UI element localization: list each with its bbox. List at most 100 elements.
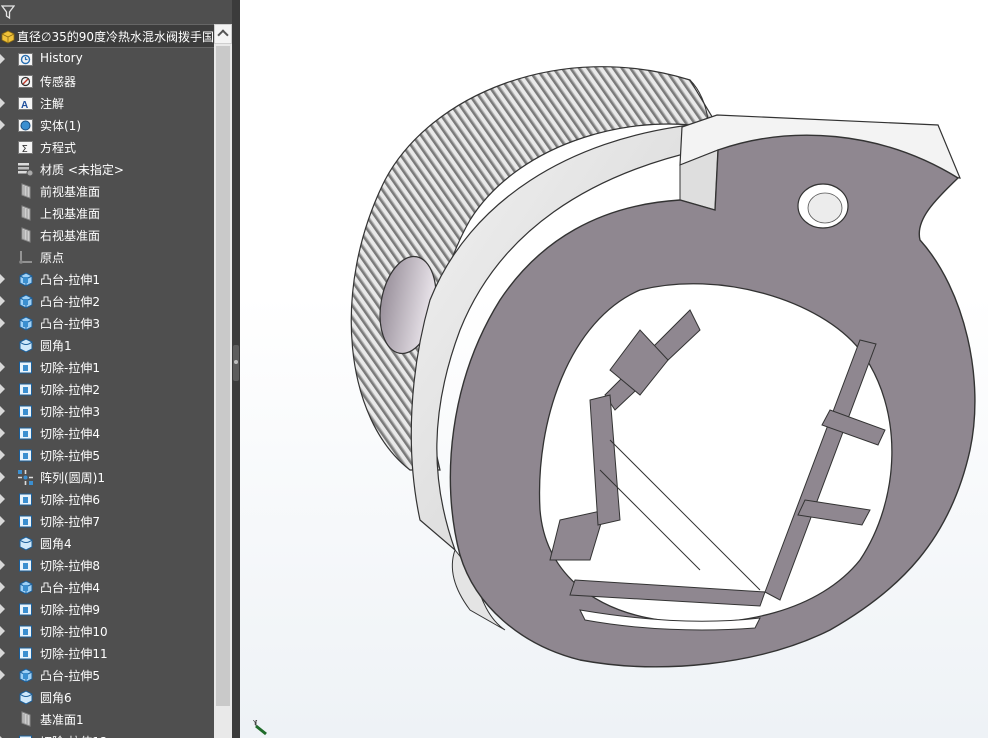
boss-extrude-icon: [19, 316, 33, 331]
expand-arrow-icon[interactable]: [0, 582, 5, 592]
expand-arrow-icon[interactable]: [0, 472, 5, 482]
origin-icon: [19, 251, 32, 264]
tree-item[interactable]: 圆角1: [0, 334, 214, 356]
tree-item[interactable]: 凸台-拉伸5: [0, 664, 214, 686]
expand-arrow-icon[interactable]: [0, 318, 5, 328]
tree-item[interactable]: 材质 <未指定>: [0, 158, 214, 180]
cut-extrude-icon: [19, 647, 32, 660]
history-icon: [18, 53, 33, 66]
tree-item-label: 圆角4: [40, 537, 72, 551]
expand-arrow-icon[interactable]: [0, 274, 5, 284]
tree-item-label: 圆角1: [40, 339, 72, 353]
tree-item[interactable]: 前视基准面: [0, 180, 214, 202]
tree-item[interactable]: 凸台-拉伸4: [0, 576, 214, 598]
material-icon: [18, 163, 34, 177]
expand-arrow-icon[interactable]: [0, 648, 5, 658]
expand-arrow-icon[interactable]: [0, 626, 5, 636]
expand-arrow-icon[interactable]: [0, 450, 5, 460]
equations-icon: Σ: [18, 141, 33, 155]
cut-extrude-icon: [19, 449, 32, 462]
tree-item[interactable]: History: [0, 48, 214, 70]
feature-manager-panel: 直径∅35的90度冷热水混水阀拨手国 History 传感器 A 注解实体(1) Σ 方程…: [0, 0, 232, 738]
tree-item-label: History: [40, 51, 83, 65]
expand-arrow-icon[interactable]: [0, 604, 5, 614]
expand-arrow-icon[interactable]: [0, 384, 5, 394]
cut-extrude-icon: [19, 515, 32, 528]
expand-arrow-icon[interactable]: [0, 560, 5, 570]
tree-item[interactable]: A 注解: [0, 92, 214, 114]
tree-item[interactable]: 基准面1: [0, 708, 214, 730]
tree-item-label: 实体(1): [40, 119, 81, 133]
expand-arrow-icon[interactable]: [0, 494, 5, 504]
tree-item[interactable]: 切除-拉伸11: [0, 642, 214, 664]
scroll-thumb[interactable]: [216, 46, 230, 706]
expand-arrow-icon[interactable]: [0, 516, 5, 526]
tree-item[interactable]: Σ 方程式: [0, 136, 214, 158]
sensor-icon: [18, 75, 33, 88]
tree-item-label: 切除-拉伸8: [40, 559, 100, 573]
tree-item[interactable]: 凸台-拉伸1: [0, 268, 214, 290]
tree-item[interactable]: 圆角6: [0, 686, 214, 708]
tree-item[interactable]: 圆角4: [0, 532, 214, 554]
expand-arrow-icon[interactable]: [0, 362, 5, 372]
tree-item[interactable]: 传感器: [0, 70, 214, 92]
expand-arrow-icon[interactable]: [0, 98, 5, 108]
tree-root-part[interactable]: 直径∅35的90度冷热水混水阀拨手国: [0, 24, 214, 48]
tree-item[interactable]: 切除-拉伸8: [0, 554, 214, 576]
expand-arrow-icon[interactable]: [0, 120, 5, 130]
tree-item[interactable]: 切除-拉伸4: [0, 422, 214, 444]
tree-item-label: 原点: [40, 251, 65, 265]
triad-y-label: Y: [253, 719, 258, 727]
tree-item[interactable]: 切除-拉伸3: [0, 400, 214, 422]
tree-item-label: 材质 <未指定>: [40, 163, 124, 177]
tree-item-label: 切除-拉伸10: [40, 625, 108, 639]
annotation-icon: A: [18, 97, 33, 111]
tree-item-label: 上视基准面: [40, 207, 101, 221]
boss-extrude-icon: [19, 272, 33, 287]
tree-item-label: 切除-拉伸12: [40, 733, 108, 738]
tree-item[interactable]: 凸台-拉伸3: [0, 312, 214, 334]
tree-item[interactable]: 切除-拉伸7: [0, 510, 214, 532]
tree-item[interactable]: 切除-拉伸2: [0, 378, 214, 400]
expand-arrow-icon[interactable]: [0, 406, 5, 416]
part-model[interactable]: [240, 0, 988, 738]
tree-item-label: 前视基准面: [40, 185, 101, 199]
part-icon: [1, 30, 15, 44]
expand-arrow-icon[interactable]: [0, 296, 5, 306]
tree-item-label: 切除-拉伸3: [40, 405, 100, 419]
feature-tree: History 传感器 A 注解实体(1) Σ 方程式材质 <未指定> 前视基准面上视基准面…: [0, 48, 214, 738]
tree-item[interactable]: 右视基准面: [0, 224, 214, 246]
tree-item[interactable]: 切除-拉伸12: [0, 730, 214, 738]
svg-text:A: A: [21, 100, 28, 111]
graphics-area[interactable]: Y: [240, 0, 988, 738]
cut-extrude-icon: [19, 493, 32, 506]
tree-item-label: 切除-拉伸1: [40, 361, 100, 375]
tree-item-label: 注解: [40, 97, 65, 111]
tree-item[interactable]: 原点: [0, 246, 214, 268]
tree-item[interactable]: 切除-拉伸10: [0, 620, 214, 642]
boss-extrude-icon: [19, 294, 33, 309]
tree-item[interactable]: 切除-拉伸9: [0, 598, 214, 620]
tree-item[interactable]: 阵列(圆周)1: [0, 466, 214, 488]
expand-arrow-icon[interactable]: [0, 54, 5, 64]
tree-item[interactable]: 凸台-拉伸2: [0, 290, 214, 312]
filter-icon[interactable]: [1, 4, 15, 20]
tree-item-label: 凸台-拉伸3: [40, 317, 100, 331]
scroll-up-button[interactable]: [214, 24, 232, 44]
tree-item[interactable]: 切除-拉伸1: [0, 356, 214, 378]
tree-item[interactable]: 实体(1): [0, 114, 214, 136]
tree-item-label: 凸台-拉伸4: [40, 581, 100, 595]
tree-item[interactable]: 切除-拉伸6: [0, 488, 214, 510]
tree-item-label: 凸台-拉伸1: [40, 273, 100, 287]
boss-extrude-icon: [19, 668, 33, 683]
expand-arrow-icon[interactable]: [0, 670, 5, 680]
cut-extrude-icon: [19, 625, 32, 638]
tree-item-label: 凸台-拉伸5: [40, 669, 100, 683]
splitter-grip-icon[interactable]: [233, 345, 239, 381]
fillet-icon: [19, 338, 33, 353]
tree-item[interactable]: 切除-拉伸5: [0, 444, 214, 466]
tree-item[interactable]: 上视基准面: [0, 202, 214, 224]
cut-extrude-icon: [19, 405, 32, 418]
expand-arrow-icon[interactable]: [0, 428, 5, 438]
tree-item-label: 右视基准面: [40, 229, 101, 243]
